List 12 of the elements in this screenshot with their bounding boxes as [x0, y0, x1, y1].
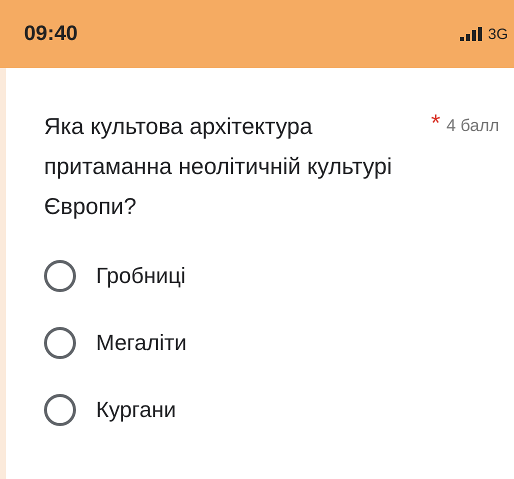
radio-option[interactable]: Мегаліти: [44, 327, 514, 358]
radio-option[interactable]: Кургани: [44, 394, 514, 425]
question-text: Яка культова архітектура притаманна неолітичній культурі Європи?: [44, 112, 393, 221]
radio-button[interactable]: [44, 394, 76, 426]
radio-button[interactable]: [44, 260, 76, 292]
points-label: 4 балл: [446, 116, 500, 136]
signal-icon: [460, 27, 484, 41]
network-type: 3G: [488, 26, 508, 42]
radio-option[interactable]: Гробниці: [44, 260, 514, 291]
required-mark: *: [431, 110, 440, 138]
radio-button[interactable]: [44, 326, 76, 358]
status-time: 09:40: [24, 22, 78, 46]
